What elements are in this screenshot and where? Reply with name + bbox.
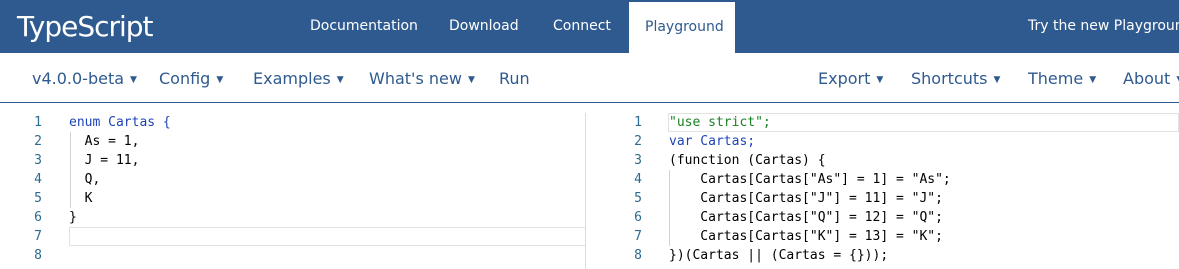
chevron-down-icon: ▼	[216, 75, 224, 85]
line-number: 2	[34, 134, 42, 149]
code-line: Q,	[69, 172, 101, 187]
export-menu[interactable]: Export ▼	[818, 69, 883, 88]
line-number: 2	[634, 134, 642, 149]
code-line: "use strict";	[669, 115, 771, 130]
code-token: enum Cartas {	[69, 115, 171, 130]
shortcuts-label: Shortcuts	[911, 69, 988, 88]
nav-documentation[interactable]: Documentation	[310, 18, 418, 34]
line-number: 3	[634, 153, 642, 168]
chevron-down-icon: ▼	[876, 75, 884, 85]
examples-label: Examples	[253, 69, 331, 88]
chevron-down-icon: ▼	[1089, 75, 1097, 85]
code-line: }	[69, 210, 77, 225]
try-new-playground-link[interactable]: Try the new Playground	[1028, 18, 1179, 34]
version-label: v4.0.0-beta	[32, 69, 125, 88]
whats-new-label: What's new	[369, 69, 462, 88]
nav-playground[interactable]: Playground	[629, 2, 735, 53]
theme-menu[interactable]: Theme ▼	[1028, 69, 1096, 88]
line-number: 4	[634, 172, 642, 187]
typescript-logo[interactable]: TypeScript	[17, 10, 154, 43]
line-number: 1	[634, 115, 642, 130]
line-number: 3	[34, 153, 42, 168]
line-number: 4	[34, 172, 42, 187]
config-menu[interactable]: Config ▼	[159, 69, 223, 88]
chevron-down-icon: ▼	[336, 75, 344, 85]
chevron-down-icon: ▼	[130, 75, 137, 85]
ts-input-editor[interactable]: 1 2 3 4 5 6 7 8 enum Cartas { As = 1, J …	[0, 103, 599, 269]
playground-toolbar: v4.0.0-beta ▼ Config ▼ Examples ▼ What's ne…	[0, 53, 1179, 103]
run-button[interactable]: Run	[499, 69, 530, 88]
code-line: Cartas[Cartas["Q"] = 12] = "Q";	[669, 210, 943, 225]
line-number: 7	[34, 229, 42, 244]
code-line: (function (Cartas) {	[669, 153, 826, 168]
line-number: 8	[634, 248, 642, 263]
code-line: enum Cartas {	[69, 113, 171, 132]
code-line: var Cartas;	[669, 134, 756, 149]
line-number: 5	[634, 191, 642, 206]
code-line: Cartas[Cartas["K"] = 13] = "K";	[669, 229, 943, 244]
line-number: 8	[34, 248, 42, 263]
examples-menu[interactable]: Examples ▼	[253, 69, 344, 88]
export-label: Export	[818, 69, 871, 88]
chevron-down-icon: ▼	[467, 75, 475, 85]
code-line: K	[69, 191, 93, 206]
current-line-highlight	[69, 227, 599, 246]
code-line: Cartas[Cartas["As"] = 1] = "As";	[669, 172, 951, 187]
code-line: })(Cartas || (Cartas = {}));	[669, 248, 889, 263]
whats-new-menu[interactable]: What's new ▼	[369, 69, 475, 88]
js-output-editor[interactable]: 1 2 3 4 5 6 7 8 "use strict"; var Cartas…	[586, 103, 1179, 269]
code-line: Cartas[Cartas["J"] = 11] = "J";	[669, 191, 943, 206]
line-number: 1	[34, 115, 42, 130]
line-number: 6	[634, 210, 642, 225]
about-label: About	[1123, 69, 1171, 88]
line-number: 7	[634, 229, 642, 244]
nav-download[interactable]: Download	[449, 18, 519, 34]
about-menu[interactable]: About▼	[1123, 69, 1179, 88]
theme-label: Theme	[1028, 69, 1084, 88]
code-line: J = 11,	[69, 153, 140, 168]
code-line: As = 1,	[69, 134, 140, 149]
line-number: 6	[34, 210, 42, 225]
chevron-down-icon: ▼	[993, 75, 1001, 85]
top-navbar: TypeScript Documentation Download Connec…	[0, 0, 1179, 53]
version-dropdown[interactable]: v4.0.0-beta ▼	[32, 69, 137, 88]
shortcuts-menu[interactable]: Shortcuts ▼	[911, 69, 1000, 88]
nav-connect[interactable]: Connect	[553, 18, 611, 34]
line-number: 5	[34, 191, 42, 206]
config-label: Config	[159, 69, 211, 88]
